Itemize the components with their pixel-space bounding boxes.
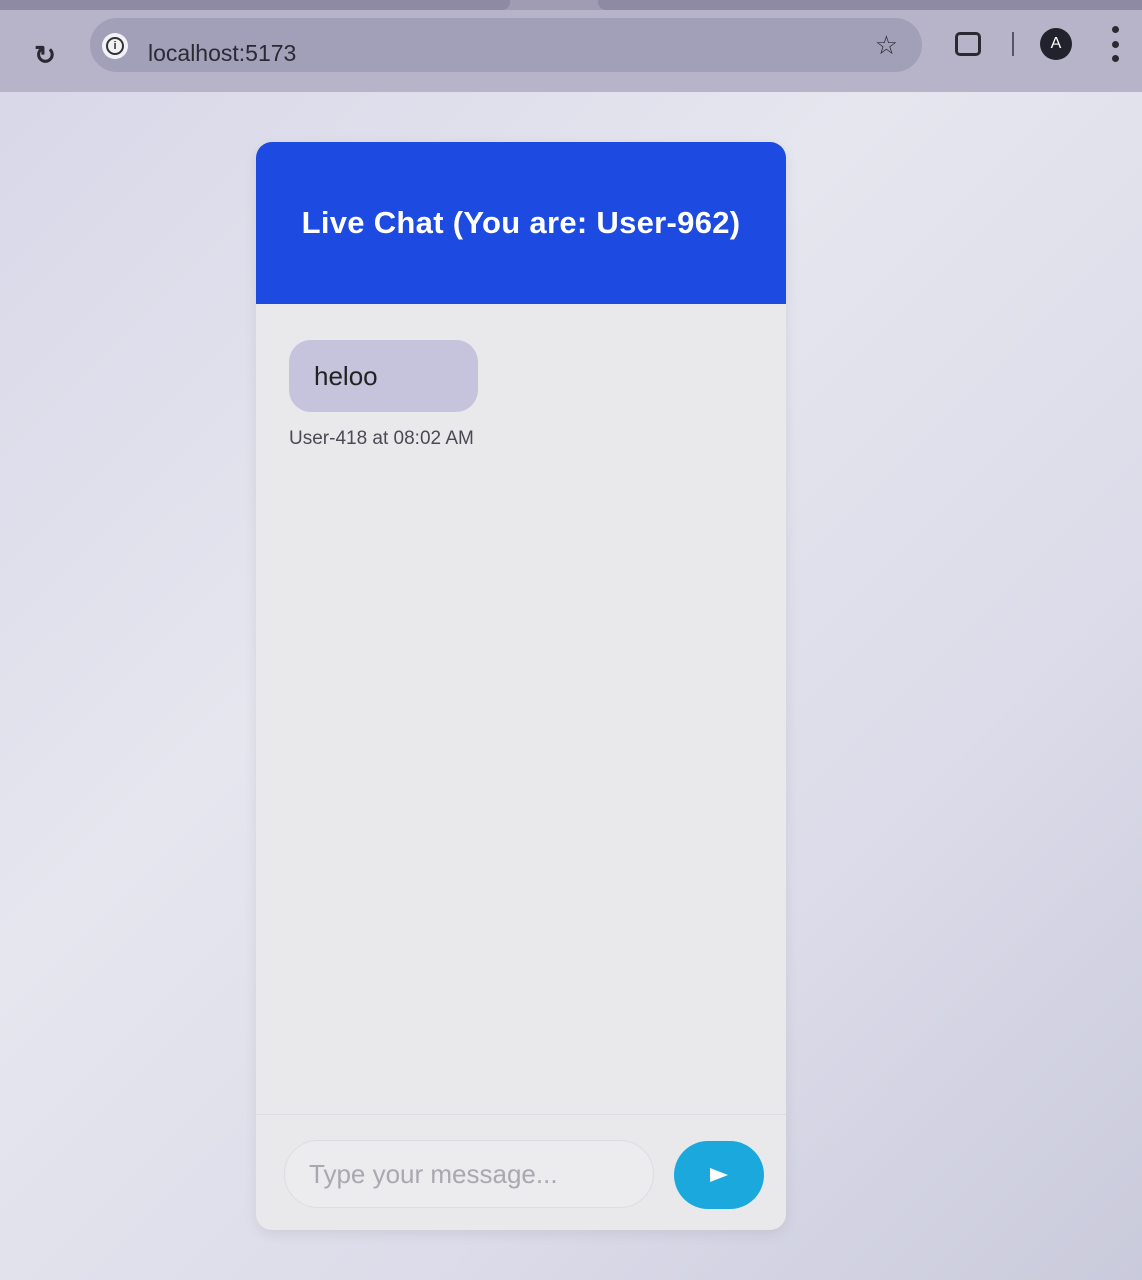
send-icon: [710, 1168, 728, 1182]
url-text[interactable]: localhost:5173: [148, 40, 296, 67]
browser-tab[interactable]: [0, 0, 510, 10]
browser-toolbar: ↻ i localhost:5173 ☆ A: [0, 0, 1142, 92]
reload-icon[interactable]: ↻: [30, 40, 60, 70]
address-bar[interactable]: i localhost:5173 ☆: [90, 18, 922, 72]
message-composer: [256, 1114, 786, 1230]
chat-window: Live Chat (You are: User-962) heloo User…: [256, 142, 786, 1230]
kebab-menu-icon[interactable]: [1105, 26, 1125, 62]
chat-title: Live Chat (You are: User-962): [301, 205, 741, 240]
message-bubble: heloo: [289, 340, 478, 412]
browser-tab[interactable]: [598, 0, 1142, 10]
puzzle-icon[interactable]: [955, 32, 981, 56]
message-input[interactable]: [284, 1140, 654, 1208]
profile-avatar[interactable]: A: [1040, 28, 1072, 60]
chat-header: Live Chat (You are: User-962): [256, 142, 786, 304]
message-list[interactable]: heloo User-418 at 08:02 AM: [256, 304, 786, 1114]
tab-strip: [0, 0, 1142, 10]
info-icon[interactable]: i: [102, 33, 128, 59]
toolbar-divider: [1012, 32, 1014, 56]
star-icon[interactable]: ☆: [875, 30, 898, 61]
message-meta: User-418 at 08:02 AM: [289, 428, 474, 449]
send-button[interactable]: [674, 1141, 764, 1209]
